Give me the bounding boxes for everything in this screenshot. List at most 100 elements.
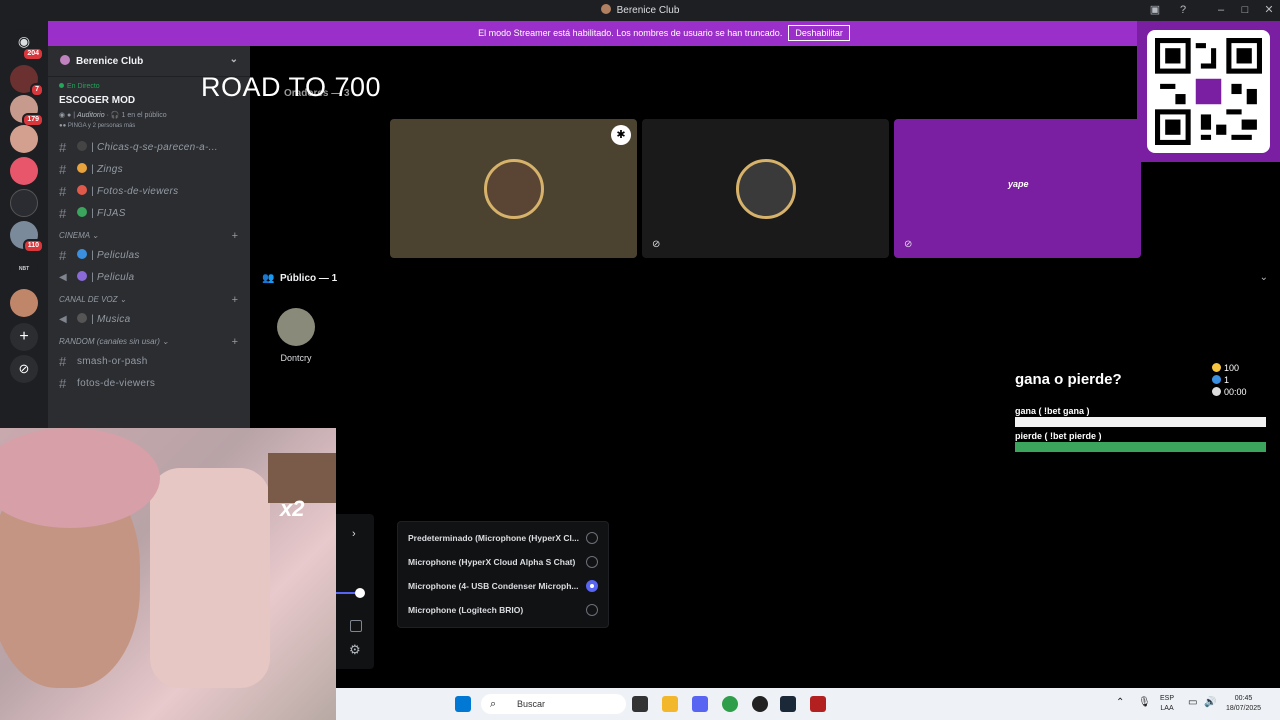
speaker-tile[interactable]: yape ⊘ (894, 119, 1141, 258)
channel-item[interactable]: # fotos-de-viewers (48, 373, 250, 395)
volume-icon[interactable]: 🔊 (1204, 698, 1216, 708)
radio-button[interactable] (586, 556, 598, 568)
radio-button[interactable] (586, 604, 598, 616)
volume-slider-handle[interactable] (355, 588, 365, 598)
clock-icon (1212, 387, 1221, 396)
file-explorer-icon[interactable] (662, 696, 678, 712)
add-channel-icon[interactable]: + (232, 225, 238, 247)
network-icon[interactable]: ▭ (1188, 698, 1197, 708)
server-icon[interactable]: 179 (10, 95, 44, 127)
channel-item[interactable]: # smash-or-pash (48, 351, 250, 373)
yape-logo: yape (1008, 179, 1029, 189)
microphone-menu: Predeterminado (Microphone (HyperX Cl...… (397, 521, 609, 628)
webcam-hat (0, 428, 160, 528)
server-icon-active[interactable] (10, 289, 38, 317)
channel-item[interactable]: ◀ | Pelicula (48, 267, 250, 289)
bet-option-bar (1015, 442, 1266, 452)
hash-icon: # (59, 206, 67, 221)
clock[interactable]: 00:45 18/07/2025 (1226, 694, 1261, 714)
steam-icon[interactable] (780, 696, 796, 712)
start-icon[interactable] (455, 696, 471, 712)
category-random[interactable]: RANDOM (canales sin usar) ⌄ + (48, 331, 250, 351)
add-channel-icon[interactable]: + (232, 289, 238, 311)
server-icon[interactable]: NBT (10, 255, 38, 283)
moderator-icon: ✱ (611, 125, 631, 145)
coin-icon (1212, 363, 1221, 372)
chevron-down-icon[interactable]: ⌄ (1260, 272, 1268, 283)
taskbar: ⌕ Buscar ⌃ ESP LAA 🎙 ▭ 🔊 00:45 18/07/2025 (336, 688, 1280, 720)
server-icon[interactable] (10, 125, 38, 153)
language-indicator[interactable]: ESP LAA (1160, 694, 1174, 714)
radio-button[interactable] (586, 532, 598, 544)
channel-item[interactable]: # | FIJAS (48, 203, 250, 225)
maximize-button[interactable]: □ (1236, 2, 1254, 18)
mic-option[interactable]: Microphone (4- USB Condenser Microph... (398, 574, 608, 598)
server-icon (60, 55, 70, 65)
hash-icon: # (59, 248, 67, 263)
emoji-icon (77, 207, 87, 217)
server-icon[interactable] (10, 189, 38, 217)
emoji-icon (77, 141, 87, 151)
add-channel-icon[interactable]: + (232, 331, 238, 353)
webcam-overlay: x2 (0, 428, 336, 720)
channel-item[interactable]: # | Chicas-q-se-parecen-a-... (48, 137, 250, 159)
window-titlebar: Berenice Club ▣ ? – □ ✕ (0, 0, 1280, 21)
chevron-down-icon: ⌄ (229, 54, 238, 65)
home-button[interactable]: ◉ 204 (10, 29, 44, 61)
inbox-icon[interactable]: ▣ (1146, 2, 1164, 18)
channel-item[interactable]: # | Peliculas (48, 245, 250, 267)
multiplier-text: x2 (280, 496, 305, 521)
gear-icon[interactable]: ⚙ (349, 642, 361, 658)
mic-option[interactable]: Predeterminado (Microphone (HyperX Cl... (398, 526, 608, 550)
obs-icon[interactable] (752, 696, 768, 712)
task-view-icon[interactable] (632, 696, 648, 712)
stream-overlay-title: ROAD TO 700 (201, 72, 382, 102)
hash-icon: # (59, 376, 67, 391)
emoji-icon (77, 163, 87, 173)
stage-meta: ◉ ● | Auditorio · 🎧 1 en el público (59, 112, 167, 119)
speaker-tile[interactable]: ⊘ (642, 119, 889, 258)
audience-header: 👥 Público — 1 (262, 273, 338, 284)
unread-badge: 7 (30, 83, 44, 97)
speaker-tile[interactable]: ✱ (390, 119, 637, 258)
qr-code (1147, 30, 1270, 153)
bet-option-label: pierde ( !bet pierde ) (1015, 431, 1102, 441)
unread-badge: 204 (22, 47, 44, 61)
category-cinema[interactable]: CINEMA ⌄ + (48, 225, 250, 245)
bet-option-label: gana ( !bet gana ) (1015, 406, 1090, 416)
chrome-icon[interactable] (722, 696, 738, 712)
search-box[interactable]: ⌕ Buscar (481, 694, 626, 714)
channel-item[interactable]: # | Zings (48, 159, 250, 181)
audience-avatar[interactable] (277, 308, 315, 346)
users-icon (1212, 375, 1221, 384)
close-button[interactable]: ✕ (1260, 2, 1278, 18)
hash-icon: # (59, 354, 67, 369)
radio-button-selected[interactable] (586, 580, 598, 592)
server-icon[interactable]: 110 (10, 221, 44, 253)
chevron-up-icon[interactable]: ⌃ (1116, 698, 1124, 708)
chevron-right-icon[interactable]: › (352, 528, 356, 540)
muted-mic-icon: ⊘ (652, 239, 661, 250)
minimize-button[interactable]: – (1212, 2, 1230, 18)
channel-item[interactable]: ◀ | Musica (48, 309, 250, 331)
add-server-icon[interactable]: + (10, 323, 38, 351)
mic-option[interactable]: Microphone (Logitech BRIO) (398, 598, 608, 622)
hash-icon: # (59, 140, 67, 155)
emoji-icon (77, 271, 87, 281)
disable-streamer-button[interactable]: Deshabilitar (788, 25, 850, 41)
server-icon[interactable] (10, 157, 38, 185)
search-icon: ⌕ (490, 698, 497, 710)
explore-icon[interactable]: ⊘ (10, 355, 38, 383)
mic-option[interactable]: Microphone (HyperX Cloud Alpha S Chat) (398, 550, 608, 574)
server-icon[interactable]: 7 (10, 65, 44, 97)
checkbox[interactable] (350, 620, 362, 632)
help-icon[interactable]: ? (1174, 2, 1192, 18)
channel-item[interactable]: # | Fotos-de-viewers (48, 181, 250, 203)
dota-icon[interactable] (810, 696, 826, 712)
emoji-icon (77, 249, 87, 259)
speaker-icon: ◀ (59, 314, 67, 325)
discord-taskbar-icon[interactable] (692, 696, 708, 712)
category-voice[interactable]: CANAL DE VOZ ⌄ + (48, 289, 250, 309)
streamer-mode-banner: El modo Streamer está habilitado. Los no… (48, 21, 1280, 46)
microphone-icon[interactable]: 🎙 (1138, 698, 1151, 708)
